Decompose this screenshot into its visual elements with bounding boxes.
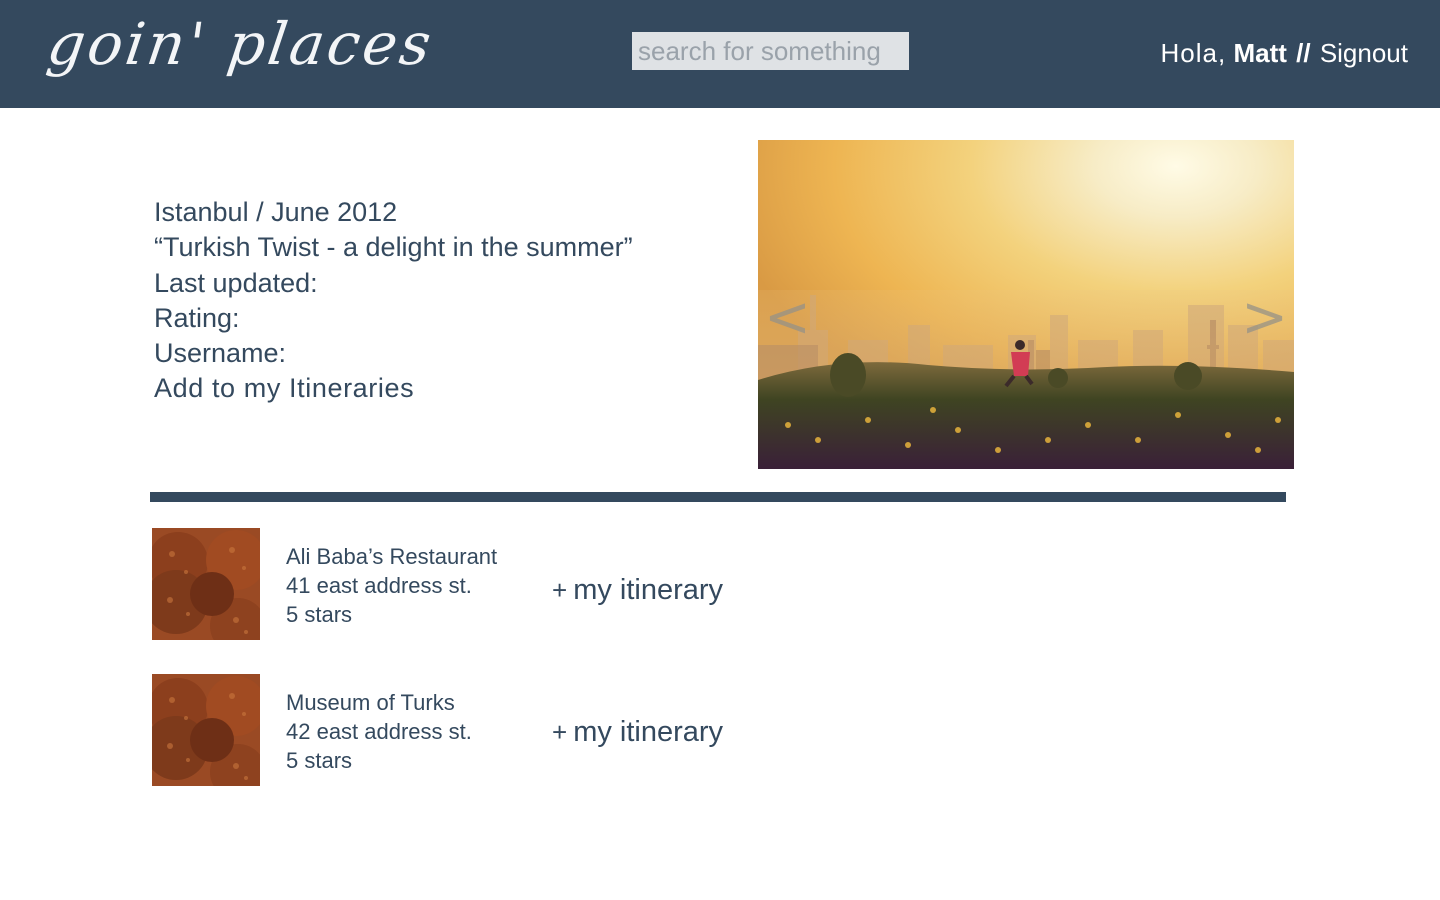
list-item: Ali Baba’s Restaurant 41 east address st…	[152, 528, 852, 640]
trip-title: “Turkish Twist - a delight in the summer…	[154, 232, 633, 263]
section-divider	[150, 492, 1286, 502]
carousel-photo	[758, 140, 1294, 469]
greeting-text: Hola,	[1160, 38, 1227, 68]
add-to-itinerary-label: my itinerary	[573, 716, 724, 748]
user-greeting: Hola, Matt // Signout	[1161, 36, 1408, 70]
search-input[interactable]	[632, 32, 909, 70]
username-text: Matt	[1233, 38, 1287, 68]
rating-label: Rating:	[154, 302, 240, 333]
place-address: 41 east address st.	[286, 573, 472, 598]
plus-icon: +	[552, 575, 568, 605]
add-to-itinerary-label: my itinerary	[573, 574, 724, 606]
place-name[interactable]: Museum of Turks	[286, 688, 472, 717]
top-navigation-bar: goin' places Hola, Matt // Signout	[0, 0, 1440, 108]
place-rating: 5 stars	[286, 748, 353, 773]
carousel-prev-arrow[interactable]: <	[764, 290, 811, 346]
place-name[interactable]: Ali Baba’s Restaurant	[286, 542, 497, 571]
last-updated-label: Last updated:	[154, 267, 318, 298]
signout-link[interactable]: Signout	[1320, 38, 1408, 68]
site-logo[interactable]: goin' places	[43, 6, 439, 82]
add-to-itinerary-button[interactable]: + my itinerary	[552, 716, 723, 749]
place-thumbnail	[152, 528, 260, 640]
place-address: 42 east address st.	[286, 719, 472, 744]
trip-info-panel: Istanbul / June 2012 “Turkish Twist - a …	[154, 195, 633, 407]
plus-icon: +	[552, 717, 568, 747]
place-details: Ali Baba’s Restaurant 41 east address st…	[286, 542, 497, 629]
add-to-itinerary-button[interactable]: + my itinerary	[552, 574, 723, 607]
trip-location-date: Istanbul / June 2012	[154, 197, 398, 227]
separator-text: //	[1296, 38, 1311, 68]
photo-carousel: < >	[758, 140, 1294, 469]
place-thumbnail	[152, 674, 260, 786]
carousel-next-arrow[interactable]: >	[1241, 290, 1288, 346]
add-to-itineraries-link[interactable]: Add to my Itineraries	[154, 371, 633, 406]
list-item: Museum of Turks 42 east address st. 5 st…	[152, 674, 852, 786]
place-rating: 5 stars	[286, 602, 353, 627]
username-label: Username:	[154, 338, 287, 369]
place-details: Museum of Turks 42 east address st. 5 st…	[286, 688, 472, 775]
